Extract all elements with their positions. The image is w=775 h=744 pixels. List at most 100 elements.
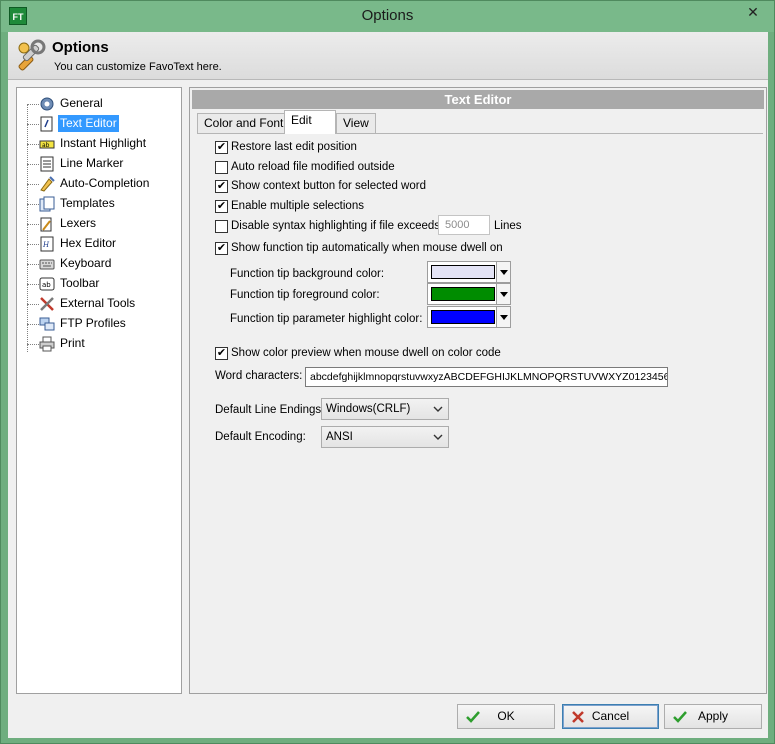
tree-connector — [27, 104, 39, 105]
apply-button-label: Apply — [697, 709, 729, 723]
edit-tab-body: ✔ Restore last edit position Auto reload… — [197, 133, 763, 691]
tip-param-highlight-swatch — [431, 310, 495, 324]
tree-item-label: Instant Highlight — [60, 136, 147, 150]
tab-edit[interactable]: Edit — [284, 110, 336, 134]
color-preview-checkbox[interactable]: ✔ — [215, 347, 228, 360]
options-tree[interactable]: General Text Editor ab Instant Highlight… — [16, 87, 182, 694]
tree-connector — [27, 104, 28, 352]
title-bar[interactable]: FT Options ✕ — [1, 1, 774, 32]
tree-connector — [27, 264, 39, 265]
line-endings-select[interactable]: Windows(CRLF) — [321, 398, 449, 420]
apply-button[interactable]: Apply — [664, 704, 762, 729]
tools-icon — [18, 39, 46, 71]
tree-item-label: Hex Editor — [60, 236, 117, 250]
tree-connector — [27, 224, 39, 225]
tree-item-label: FTP Profiles — [60, 316, 126, 330]
line-endings-label: Default Line Endings: — [215, 404, 325, 416]
tree-connector — [27, 284, 39, 285]
tree-connector — [27, 164, 39, 165]
tree-item-label: Toolbar — [60, 276, 100, 290]
tree-connector — [27, 184, 39, 185]
disable-syntax-label: Disable syntax highlighting if file exce… — [231, 220, 441, 232]
context-button-label: Show context button for selected word — [231, 180, 426, 192]
context-button-checkbox[interactable]: ✔ — [215, 180, 228, 193]
templates-icon — [39, 196, 55, 212]
syntax-limit-input[interactable]: 5000 — [438, 215, 490, 235]
section-title: Text Editor — [192, 90, 764, 109]
tab-view[interactable]: View — [336, 113, 376, 134]
tip-foreground-label: Function tip foreground color: — [230, 289, 380, 301]
chevron-down-icon[interactable] — [496, 307, 510, 327]
highlight-icon: ab — [39, 140, 55, 149]
restore-position-label: Restore last edit position — [231, 141, 357, 153]
auto-reload-checkbox[interactable] — [215, 161, 228, 174]
tree-connector — [27, 204, 39, 205]
options-header: Options You can customize FavoText here. — [8, 32, 768, 80]
options-content-panel: Text Editor Color and Font Edit View ✔ R… — [189, 87, 767, 694]
tip-foreground-color-picker[interactable] — [427, 283, 511, 305]
tree-connector — [27, 344, 39, 345]
dialog-button-bar: OK Cancel Apply — [8, 696, 768, 738]
tree-connector — [27, 304, 39, 305]
tree-item-label: Line Marker — [60, 156, 124, 170]
tree-item-label: Keyboard — [60, 256, 112, 270]
toolbar-icon: ab — [39, 277, 55, 291]
word-characters-label: Word characters: — [215, 370, 303, 382]
word-characters-input[interactable]: abcdefghijklmnopqrstuvwxyzABCDEFGHIJKLMN… — [305, 367, 668, 387]
tree-item-label: External Tools — [60, 296, 136, 310]
header-title: Options — [52, 39, 109, 56]
keyboard-icon — [39, 259, 55, 270]
syntax-limit-unit: Lines — [494, 220, 522, 232]
gear-icon — [40, 97, 54, 111]
svg-text:ab: ab — [42, 142, 50, 149]
multiple-selections-label: Enable multiple selections — [231, 200, 364, 212]
tree-item-label: Print — [60, 336, 85, 350]
hex-editor-icon: H — [40, 236, 54, 252]
window-title: Options — [361, 7, 414, 24]
cancel-button-label: Cancel — [591, 709, 630, 723]
tree-item-label: Text Editor — [58, 115, 119, 132]
tree-item-label: Auto-Completion — [60, 176, 150, 190]
auto-reload-label: Auto reload file modified outside — [231, 161, 395, 173]
line-endings-value: Windows(CRLF) — [326, 403, 411, 415]
svg-text:H: H — [42, 241, 50, 249]
tree-connector — [27, 244, 39, 245]
close-button[interactable]: ✕ — [738, 1, 768, 23]
encoding-select[interactable]: ANSI — [321, 426, 449, 448]
cancel-button[interactable]: Cancel — [562, 704, 659, 729]
tip-param-highlight-color-picker[interactable] — [427, 306, 511, 328]
tree-connector — [27, 324, 39, 325]
lexers-icon — [40, 217, 52, 232]
disable-syntax-checkbox[interactable] — [215, 220, 228, 233]
printer-icon — [39, 336, 55, 352]
chevron-down-icon[interactable] — [496, 262, 510, 282]
tab-color-and-font[interactable]: Color and Font — [197, 113, 291, 134]
multiple-selections-checkbox[interactable]: ✔ — [215, 200, 228, 213]
tree-connector — [27, 124, 39, 125]
tip-background-label: Function tip background color: — [230, 268, 385, 280]
tip-background-swatch — [431, 265, 495, 279]
header-subtitle: You can customize FavoText here. — [54, 61, 222, 73]
chevron-down-icon[interactable] — [496, 284, 510, 304]
function-tip-checkbox[interactable]: ✔ — [215, 242, 228, 255]
text-editor-icon — [40, 116, 53, 132]
chevron-down-icon — [433, 406, 443, 412]
tree-item-label: Templates — [60, 196, 115, 210]
ftp-profiles-icon — [39, 317, 55, 331]
ok-button[interactable]: OK — [457, 704, 555, 729]
external-tools-icon — [40, 297, 54, 311]
restore-position-checkbox[interactable]: ✔ — [215, 141, 228, 154]
function-tip-label: Show function tip automatically when mou… — [231, 242, 503, 254]
options-window: FT Options ✕ Options You can customize F… — [0, 0, 775, 744]
auto-completion-icon — [40, 176, 55, 192]
encoding-label: Default Encoding: — [215, 431, 306, 443]
chevron-down-icon — [433, 434, 443, 440]
encoding-value: ANSI — [326, 431, 353, 443]
tip-background-color-picker[interactable] — [427, 261, 511, 283]
svg-text:ab: ab — [42, 281, 51, 289]
tree-connector — [27, 144, 39, 145]
tree-item-label: Lexers — [60, 216, 97, 230]
tree-item-label: General — [60, 96, 103, 110]
tip-foreground-swatch — [431, 287, 495, 301]
dialog-client-area: Options You can customize FavoText here.… — [8, 32, 768, 738]
